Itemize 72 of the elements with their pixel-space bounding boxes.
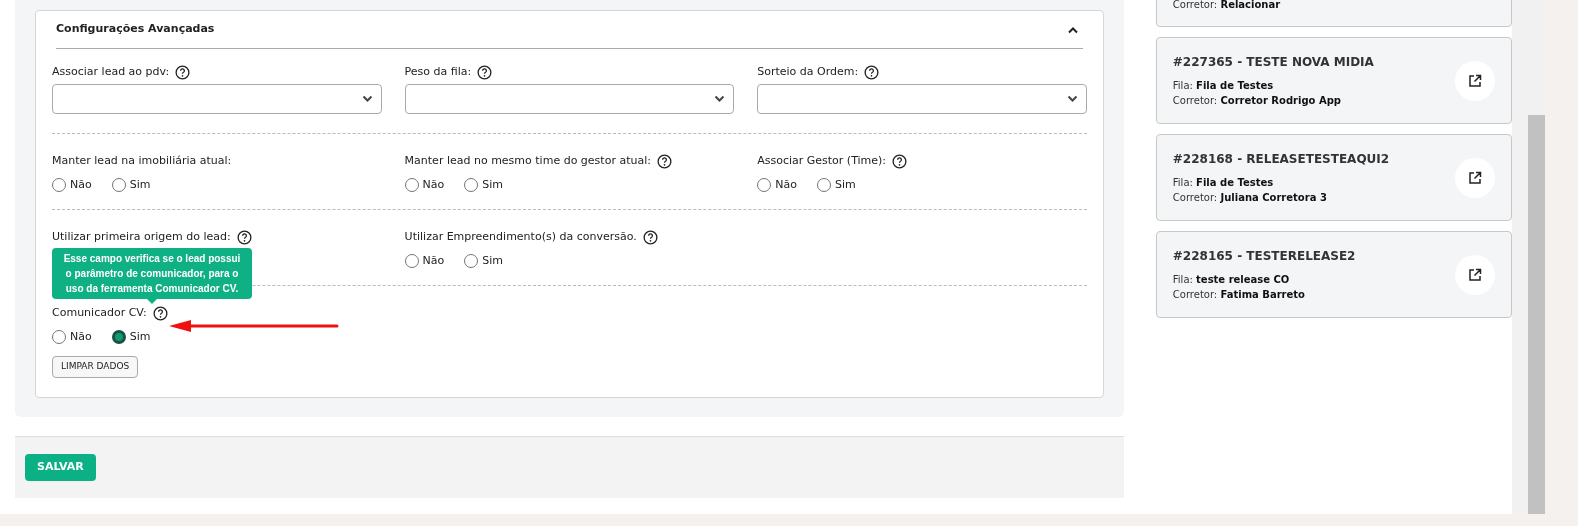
clear-data-button[interactable]: LIMPAR DADOS [52,355,139,378]
field-label: Fila: [1172,80,1194,91]
radio-label: Não [422,176,445,193]
field-label: Utilizar Empreendimento(s) da conversão. [404,228,637,245]
open-link-button[interactable] [1455,157,1495,198]
field-label: Corretor: [1172,192,1219,203]
broker-name: Relacionar [1220,0,1281,10]
help-icon[interactable] [175,64,191,80]
open-link-button[interactable] [1455,254,1495,295]
radio-label: Não [70,328,92,345]
help-icon[interactable] [152,305,168,321]
field-label: Manter lead no mesmo time do gestor atual: [404,152,651,169]
radio-label: Não [70,176,92,193]
radio-label: Não [422,252,445,269]
radio-label: Sim [129,176,151,193]
select-field[interactable] [404,84,735,114]
lead-title: #228168 - RELEASETESTEAQUI2 [1172,151,1390,168]
field-label: Corretor: [1172,289,1219,300]
chevron-up-icon[interactable] [1066,25,1079,34]
queue-name: Fila de Testes [1196,80,1274,91]
field-label: Associar lead ao pdv: [52,63,170,80]
field-label: Peso da fila: [404,63,472,80]
radio-button[interactable] [52,330,66,344]
radio-label: Não [775,176,797,193]
radio-button[interactable] [464,178,479,192]
field-label: Utilizar primeira origem do lead: [52,228,231,245]
chevron-down-icon [361,95,373,103]
scrollbar-thumb[interactable] [1528,115,1545,514]
open-link-button[interactable] [1455,60,1495,101]
lead-title: #227365 - TESTE NOVA MIDIA [1172,54,1374,71]
broker-name: Corretor Rodrigo App [1220,95,1341,106]
radio-button[interactable] [404,254,419,268]
field-label: Manter lead na imobiliária atual: [52,152,232,169]
help-icon[interactable] [656,153,672,169]
tooltip: Esse campo verifica se o lead possui o parâmetro de comunicador, para o uso da ferramenta Comunicador CV. [52,248,252,299]
field-label: Fila: [1172,177,1194,188]
field-label: Comunicador CV: [52,304,147,321]
radio-button[interactable] [816,178,831,192]
broker-name: Juliana Corretora 3 [1220,192,1327,203]
tooltip-pointer [147,299,157,304]
select-field[interactable] [52,84,382,114]
lead-title: #228165 - TESTERELEASE2 [1172,248,1356,265]
radio-button[interactable] [757,178,772,192]
field-label: Sorteio da Ordem: [757,63,859,80]
radio-label: Sim [482,176,504,193]
radio-label: Sim [129,328,151,345]
field-label: Corretor: [1172,0,1219,10]
chevron-down-icon [1066,95,1078,103]
external-link-icon [1468,170,1482,185]
broker-name: Fatima Barreto [1220,289,1305,300]
chevron-down-icon [714,95,726,103]
external-link-icon [1468,73,1482,88]
help-icon[interactable] [892,153,908,169]
help-icon[interactable] [864,64,880,80]
help-icon[interactable] [236,229,252,245]
radio-label: Sim [834,176,856,193]
queue-name: Fila de Testes [1196,177,1274,188]
queue-name: teste release CO [1196,274,1290,285]
help-icon[interactable] [642,229,658,245]
field-label: Fila: [1172,274,1194,285]
radio-button[interactable] [464,254,479,268]
radio-button[interactable] [111,330,126,344]
select-field[interactable] [757,84,1087,114]
radio-button[interactable] [404,178,419,192]
help-icon[interactable] [477,64,493,80]
field-label: Associar Gestor (Time): [757,152,887,169]
section-title: Configurações Avançadas [56,21,215,38]
radio-label: Sim [482,252,504,269]
radio-button[interactable] [111,178,126,192]
external-link-icon [1468,267,1482,282]
field-label: Corretor: [1172,95,1219,106]
radio-button[interactable] [52,178,66,192]
